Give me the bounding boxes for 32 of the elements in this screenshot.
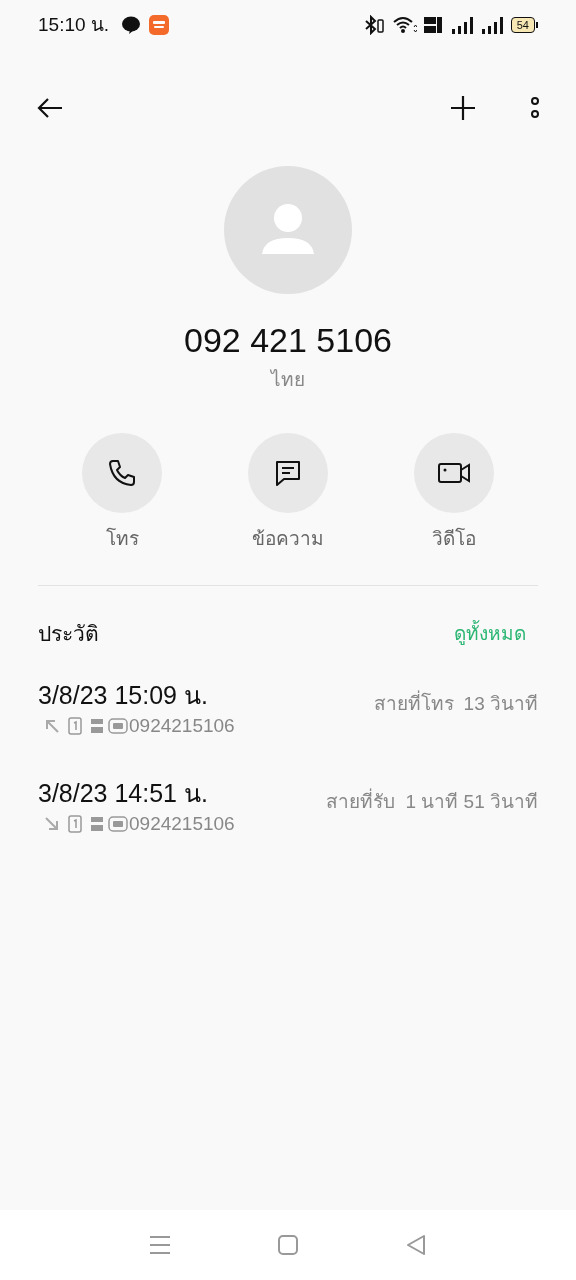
action-label: โทร: [105, 526, 139, 551]
location-label: ไทย: [271, 368, 305, 392]
call-duration: 13 วินาที: [463, 691, 538, 716]
action-label: ข้อความ: [252, 526, 324, 551]
sim-icon: [68, 815, 82, 834]
battery-indicator: 54: [510, 17, 538, 33]
call-datetime: 3/8/23 14:51 น.: [38, 778, 209, 808]
phone-number: 092 421 5106: [184, 320, 392, 360]
app-icon: [149, 15, 170, 35]
view-all-link[interactable]: ดูทั้งหมด: [454, 619, 526, 648]
sim-icon: [68, 716, 82, 735]
call-duration: 1 นาที 51 วินาที: [405, 790, 538, 814]
section-title: ประวัติ: [38, 621, 99, 647]
wifi-icon: [392, 15, 417, 35]
call-type: สายที่โทร: [373, 689, 454, 716]
call-number: 0924215106: [129, 713, 235, 738]
message-icon: [274, 458, 302, 487]
signal-icon: [480, 16, 503, 34]
chat-app-icon: [121, 15, 142, 35]
back-nav-icon[interactable]: [405, 1234, 427, 1256]
back-icon[interactable]: [36, 96, 64, 120]
home-icon[interactable]: [277, 1234, 299, 1256]
call-type: สายที่รับ: [326, 788, 396, 817]
phone-icon: [107, 457, 137, 488]
action-label: วิดีโอ: [432, 526, 476, 551]
more-icon[interactable]: [530, 96, 540, 120]
status-time: 15:10 น.: [38, 12, 110, 37]
call-number: 0924215106: [129, 812, 235, 836]
signal-icon: [450, 16, 473, 34]
menu-icon[interactable]: [149, 1234, 171, 1256]
call-datetime: 3/8/23 15:09 น.: [38, 679, 209, 710]
add-icon[interactable]: [450, 95, 476, 121]
